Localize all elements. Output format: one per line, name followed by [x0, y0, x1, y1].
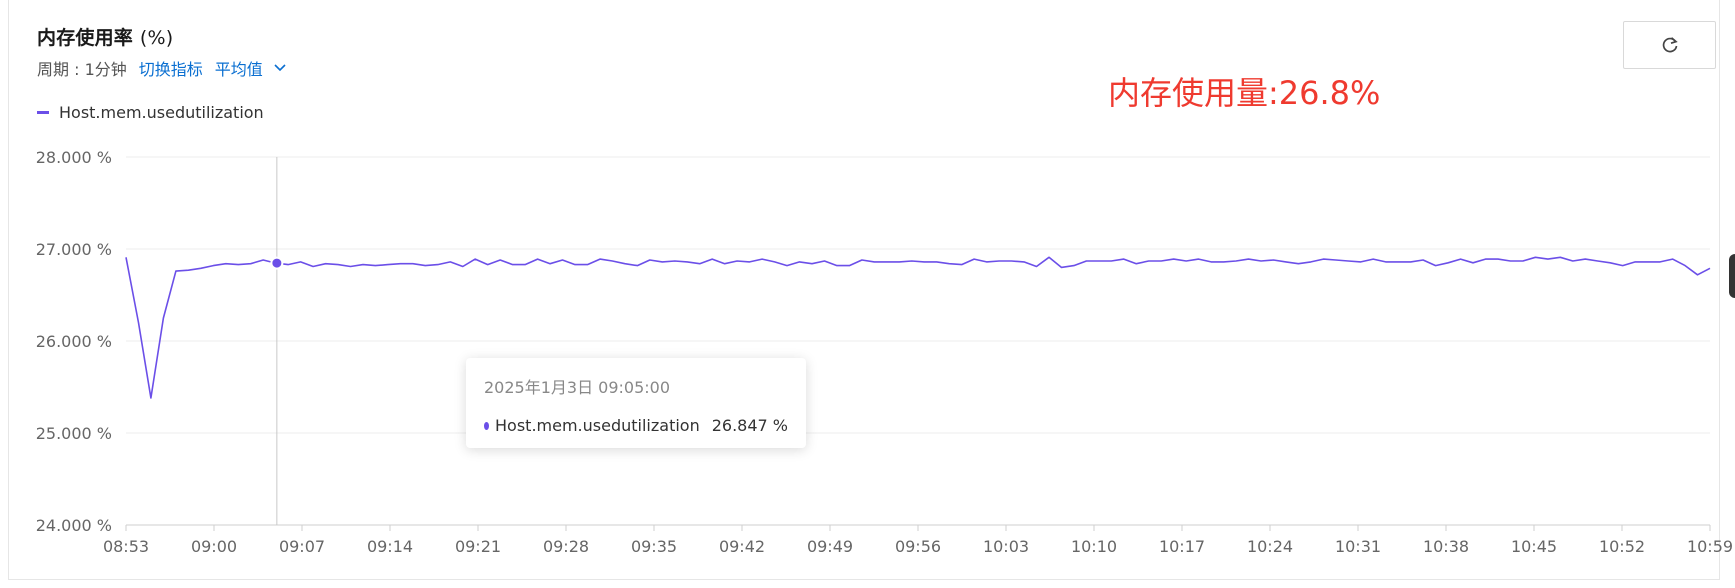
y-tick-label: 26.000 % [36, 332, 112, 351]
x-tick-label: 10:59 [1687, 537, 1733, 556]
x-tick-label: 09:28 [543, 537, 589, 556]
x-tick-label: 10:17 [1159, 537, 1205, 556]
x-tick-label: 09:49 [807, 537, 853, 556]
x-tick-label: 10:38 [1423, 537, 1469, 556]
x-tick-label: 09:35 [631, 537, 677, 556]
y-tick-label: 28.000 % [36, 148, 112, 167]
x-tick-label: 09:42 [719, 537, 765, 556]
x-tick-label: 10:45 [1511, 537, 1557, 556]
tooltip-row: Host.mem.usedutilization 26.847 % [484, 416, 788, 435]
x-tick-label: 10:52 [1599, 537, 1645, 556]
x-tick-label: 09:07 [279, 537, 325, 556]
x-tick-label: 10:31 [1335, 537, 1381, 556]
y-tick-label: 25.000 % [36, 424, 112, 443]
chart-tooltip: 2025年1月3日 09:05:00 Host.mem.usedutilizat… [466, 358, 806, 448]
x-tick-label: 09:21 [455, 537, 501, 556]
series-line-host-mem [125, 256, 1711, 399]
tooltip-value: 26.847 % [711, 416, 788, 435]
x-tick-label: 10:24 [1247, 537, 1293, 556]
x-tick-label: 10:10 [1071, 537, 1117, 556]
tooltip-series-name: Host.mem.usedutilization [495, 416, 700, 435]
y-tick-label: 27.000 % [36, 240, 112, 259]
x-tick-label: 09:00 [191, 537, 237, 556]
y-tick-label: 24.000 % [36, 516, 112, 535]
memory-line-chart[interactable]: 24.000 % 25.000 % 26.000 % 27.000 % 28.000 %… [0, 0, 1735, 588]
tooltip-time: 2025年1月3日 09:05:00 [484, 378, 671, 397]
tooltip-series-dot [484, 421, 490, 430]
highlight-point [270, 256, 284, 270]
x-tick-label: 09:14 [367, 537, 413, 556]
x-tick-label: 08:53 [103, 537, 149, 556]
x-tick-label: 10:03 [983, 537, 1029, 556]
x-tick-label: 09:56 [895, 537, 941, 556]
side-drawer-handle[interactable] [1729, 254, 1735, 298]
